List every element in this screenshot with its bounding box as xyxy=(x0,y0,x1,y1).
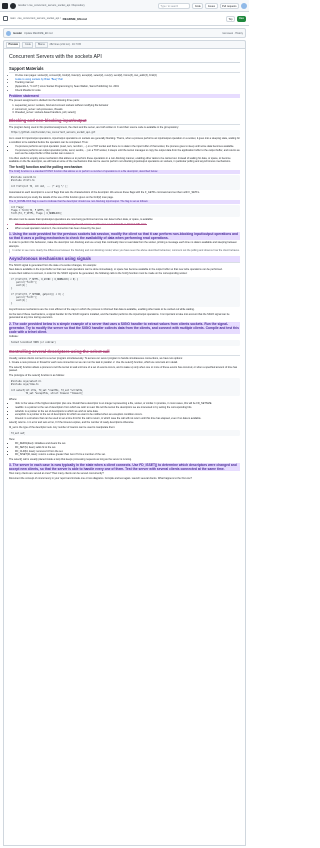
code-tab[interactable]: Code xyxy=(22,41,34,48)
breadcrumb[interactable]: tscoder / cse_concurrent_servers_socket_… xyxy=(18,4,156,7)
blockquote: In order to see more clearly the differe… xyxy=(9,249,240,253)
raw-button[interactable]: Raw xyxy=(236,15,246,22)
paragraph: As the last of these mechanisms, a signa… xyxy=(9,312,230,320)
paragraph: The fcntl() function is a standard POSIX… xyxy=(9,170,240,174)
list-item: nfds: is the value of the highest descri… xyxy=(15,402,240,405)
fcntl-list: When an operation cannot be completed im… xyxy=(9,223,240,230)
paragraph: We also must be aware that input/output … xyxy=(9,218,154,222)
paragraph: The O_NONBLOCK flag is used to indicate … xyxy=(9,200,240,204)
select-param-list: nfds: is the value of the highest descri… xyxy=(9,402,240,420)
code-block: int flags; flags = fcntl(fd, F_GETFL, 0)… xyxy=(9,204,240,217)
paragraph: In order to perform this behaviour, make… xyxy=(9,241,237,248)
paragraph: The SIGIO signal is generated from the s… xyxy=(9,263,97,267)
commit-author-avatar[interactable] xyxy=(6,30,11,36)
list-item: When a read operation returns 0, the con… xyxy=(15,227,240,230)
search-input[interactable]: Type / to search xyxy=(158,2,191,9)
list-item: If a process performs an output operatio… xyxy=(15,149,240,156)
branch-icon xyxy=(3,16,8,21)
commit-meta[interactable]: last week · History xyxy=(223,32,243,35)
preview-tab[interactable]: Preview xyxy=(6,41,21,48)
paragraph: select() returns -1 in error and sets er… xyxy=(9,421,135,425)
exercise-1-heading: 1. Using the code provided for the previ… xyxy=(9,231,240,241)
support-list: On-line man pages: socket(2), connect(2)… xyxy=(9,74,240,92)
file-name: README_EN.md xyxy=(62,16,87,21)
list-item: FD_ISSET(fd, &set): returns a value grea… xyxy=(15,453,240,456)
paragraph: We recommend you study the details of th… xyxy=(9,195,114,199)
paragraph: Where: xyxy=(9,397,18,401)
fcntl-heading: The fcntl() function and the polling mec… xyxy=(9,165,83,170)
paragraph: The prototype of the select() function i… xyxy=(9,373,65,377)
paragraph: Document the concept of concurrency in y… xyxy=(9,476,192,480)
macro-list: FD_ZERO(&set): initialises and clears th… xyxy=(9,442,240,456)
select-heading: Controlling several descriptors using th… xyxy=(9,349,240,356)
file-path[interactable]: cse_concurrent_servers_socket_api / xyxy=(18,17,61,20)
paragraph: 1. Create a new process or thread for ea… xyxy=(9,361,178,365)
paragraph: The select() function allows a process t… xyxy=(9,365,238,373)
paragraph: fd_set is the type of the descriptor set… xyxy=(9,425,116,429)
list-item: threaded_server: sockets-based handlers,… xyxy=(15,111,240,114)
paragraph: Usually, various clients connect to a se… xyxy=(9,356,183,360)
paragraph: Here: xyxy=(9,437,16,441)
commit-message[interactable]: Update README_EN.md xyxy=(24,32,52,35)
paragraph: New data is available in the input buffe… xyxy=(9,268,223,271)
markdown-body: Concurrent Servers with the sockets API … xyxy=(3,48,246,846)
paragraph: Indicate: xyxy=(9,335,19,339)
pull-requests-tab-button[interactable]: Pull requests xyxy=(219,2,239,9)
top-button[interactable]: Top xyxy=(225,15,235,22)
exercise-2-heading: 2. The code provided below is a simple e… xyxy=(9,321,240,335)
avatar[interactable] xyxy=(241,2,247,9)
code-block: #include <unistd.h> #include <fcntl.h> i… xyxy=(9,174,240,190)
paragraph: It is often useful to employ some mechan… xyxy=(9,156,231,163)
file-nav-bar: main cse_concurrent_servers_socket_api /… xyxy=(0,12,249,26)
issues-tab-button[interactable]: Issues xyxy=(205,2,218,9)
repo-url-code: https://github.com/tscoder/cse_concurren… xyxy=(9,129,240,136)
paragraph: The select() call is usually placed insi… xyxy=(9,457,132,461)
menu-icon[interactable] xyxy=(2,2,8,9)
async-heading: Asynchronous mechanisms using signals xyxy=(9,255,240,263)
paragraph: A new client wishes to connect, in order… xyxy=(9,272,188,276)
code-block: fd_set set; xyxy=(9,430,240,437)
branch-selector[interactable]: main xyxy=(10,17,16,20)
file-header: Preview Code Blame 282 lines (211 loc) ·… xyxy=(3,40,246,48)
code-block: #include <sys/select.h> #include <sys/ti… xyxy=(9,378,240,397)
list-item: Check Moodle for code xyxy=(15,89,240,92)
blame-tab[interactable]: Blame xyxy=(35,41,48,48)
paragraph: Asynchronous mechanisms are the most eff… xyxy=(9,308,195,312)
problem-heading: Problem statement xyxy=(9,94,240,99)
list-item: timeout: is a structure that can be used… xyxy=(15,417,240,420)
commit-author[interactable]: tscoder xyxy=(13,32,22,35)
support-heading: Support Materials xyxy=(9,66,240,73)
paragraph: How many clients are served at once? How… xyxy=(9,472,104,476)
file-stats: 282 lines (211 loc) · 16.7 KB xyxy=(49,43,81,46)
paragraph: As is usual for input/output operations,… xyxy=(9,137,240,144)
doc-title: Concurrent Servers with the sockets API xyxy=(9,54,240,63)
paragraph: The program being used in this practical… xyxy=(9,125,179,129)
exercise-3-heading: 3. The server in each case is now typica… xyxy=(9,462,240,472)
latest-commit-bar: tscoder Update README_EN.md last week · … xyxy=(3,28,246,38)
paragraph: Associated to each descriptor is a set o… xyxy=(9,191,200,195)
blocking-list: If a process performs an input operation… xyxy=(9,145,240,155)
code-block: telnet localhost 9999 (or similar) xyxy=(9,339,240,346)
paragraph: The present assignment is divided into t… xyxy=(9,99,80,103)
github-logo-icon[interactable] xyxy=(10,2,16,9)
blocking-heading: Blocking and non-blocking input/output xyxy=(9,118,240,125)
code-tab-button[interactable]: Code xyxy=(192,2,204,9)
code-block: if (fcntl(fd, F_SETFL, O_ASYNC | O_NONBL… xyxy=(9,276,240,307)
top-bar: tscoder / cse_concurrent_servers_socket_… xyxy=(0,0,249,12)
guide-link[interactable]: Guide to using sockets by Brian "Beej" H… xyxy=(15,78,63,81)
problem-list: sequential_server: sockets, bind and con… xyxy=(9,104,240,115)
